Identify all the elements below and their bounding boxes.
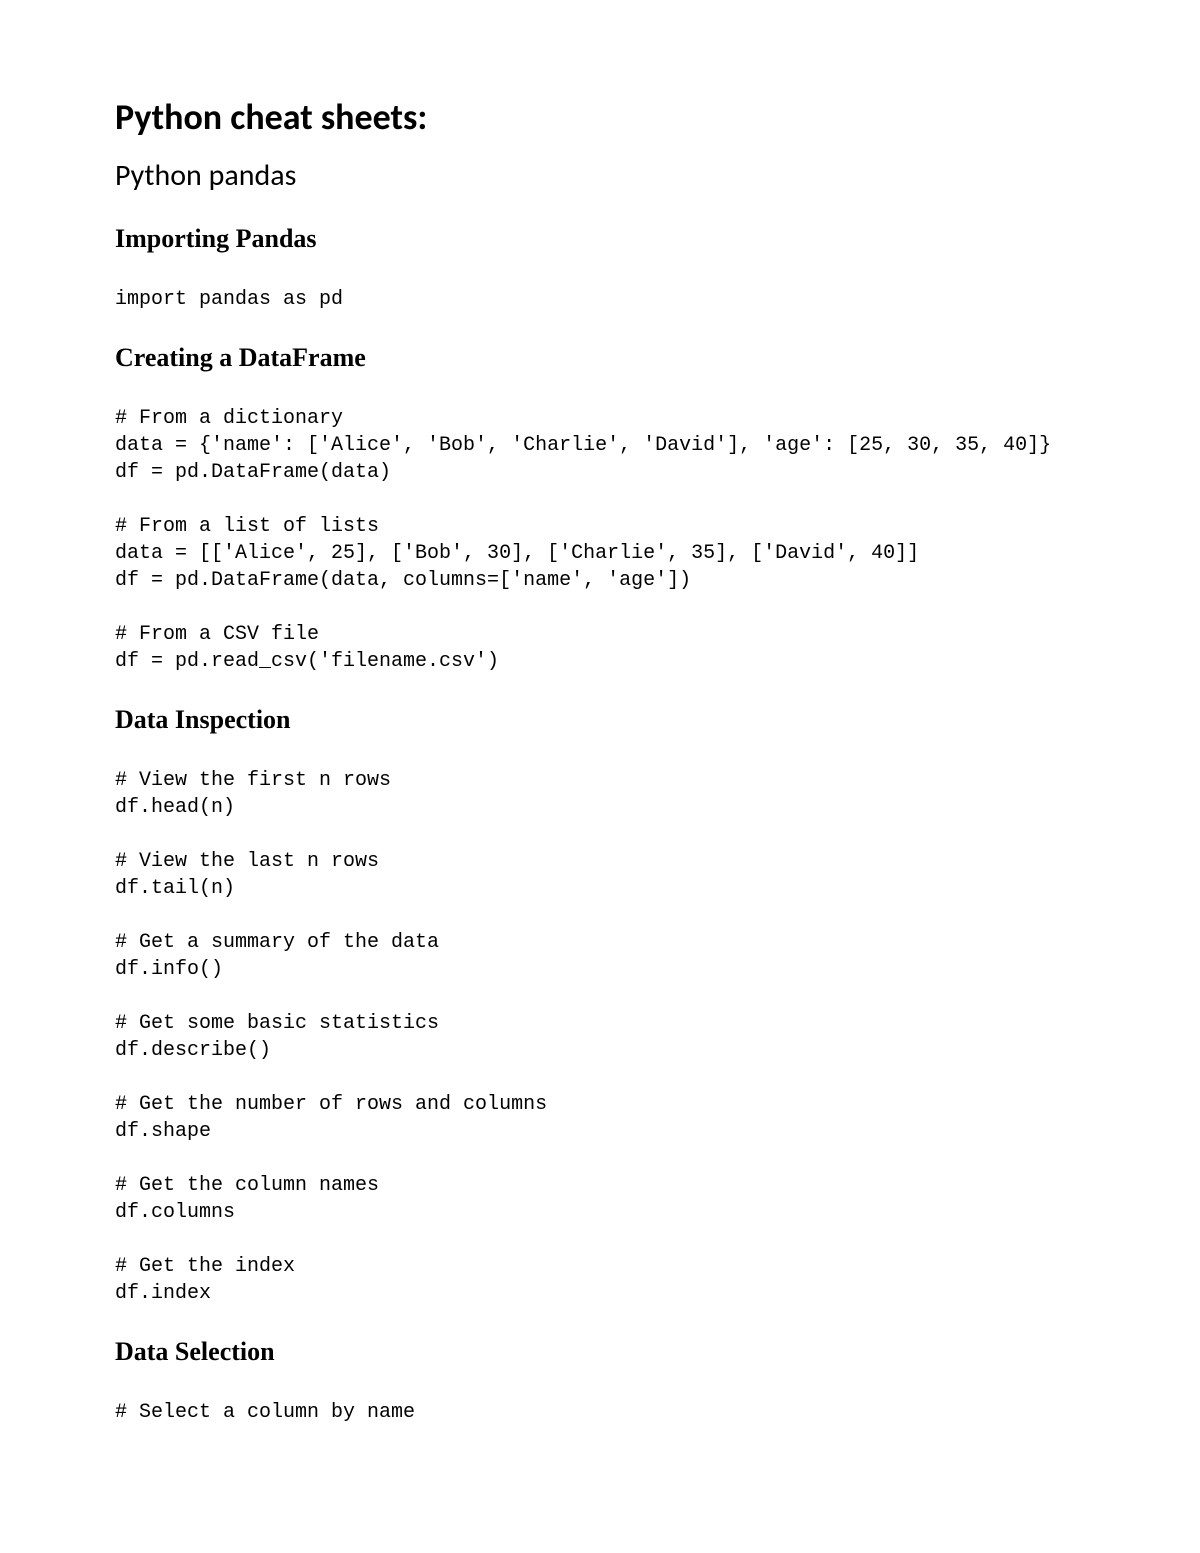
section-heading: Data Inspection xyxy=(115,705,1085,735)
section-heading: Importing Pandas xyxy=(115,224,1085,254)
section-creating: Creating a DataFrame # From a dictionary… xyxy=(115,343,1085,675)
section-importing: Importing Pandas import pandas as pd xyxy=(115,224,1085,313)
section-inspection: Data Inspection # View the first n rows … xyxy=(115,705,1085,1307)
section-heading: Creating a DataFrame xyxy=(115,343,1085,373)
page-title: Python cheat sheets: xyxy=(115,95,1085,139)
section-heading: Data Selection xyxy=(115,1337,1085,1367)
code-block: # View the first n rows df.head(n) # Vie… xyxy=(115,767,1085,1307)
code-block: import pandas as pd xyxy=(115,286,1085,313)
subtitle: Python pandas xyxy=(115,157,1085,194)
code-block: # Select a column by name xyxy=(115,1399,1085,1426)
section-selection: Data Selection # Select a column by name xyxy=(115,1337,1085,1426)
code-block: # From a dictionary data = {'name': ['Al… xyxy=(115,405,1085,675)
